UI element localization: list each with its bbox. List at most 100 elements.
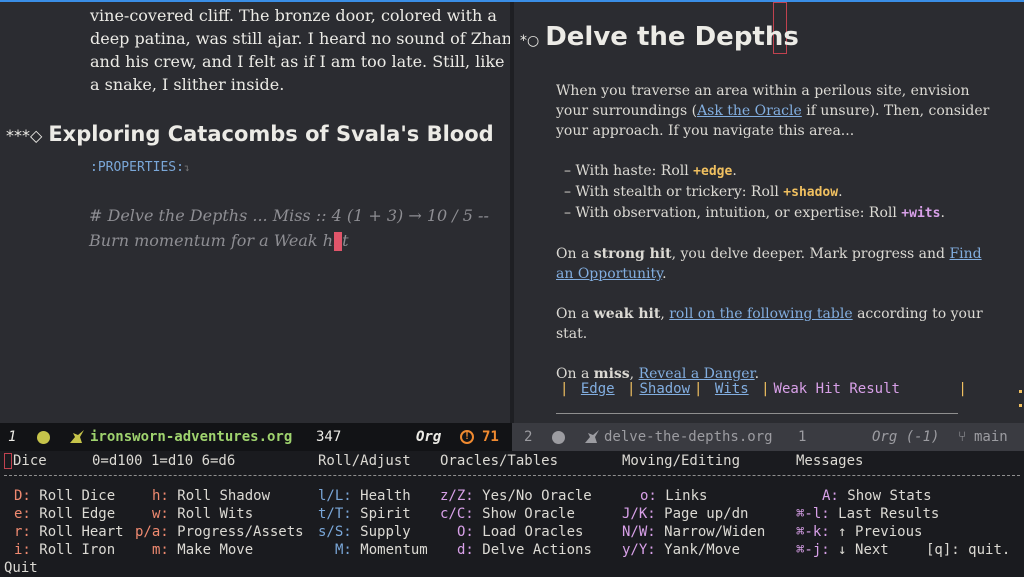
- table-header-wits[interactable]: Wits: [715, 381, 749, 397]
- hydra-key[interactable]: o:: [640, 488, 657, 504]
- hydra-command[interactable]: m: Make Move: [152, 542, 253, 558]
- hydra-key[interactable]: p/a:: [135, 524, 169, 540]
- buffer-name[interactable]: ironsworn-adventures.org: [90, 423, 292, 451]
- hydra-key[interactable]: s/S:: [318, 524, 352, 540]
- quit-key[interactable]: [q]:: [926, 542, 960, 558]
- hydra-key[interactable]: t/T:: [318, 506, 352, 522]
- buffer-status-dot: [552, 431, 565, 444]
- hydra-key[interactable]: i:: [14, 542, 31, 558]
- weak-hit-paragraph: On a weak hit, roll on the following tab…: [556, 304, 996, 344]
- hydra-label: Load Oracles: [482, 524, 584, 540]
- hydra-command[interactable]: M: Momentum: [335, 542, 428, 558]
- hydra-command[interactable]: A: Show Stats: [822, 488, 932, 504]
- hydra-header-dice: Dice: [4, 453, 47, 469]
- left-editor-pane[interactable]: vine-covered cliff. The bronze door, col…: [0, 2, 510, 423]
- hydra-key[interactable]: M:: [335, 542, 352, 558]
- hydra-key[interactable]: e:: [14, 506, 31, 522]
- move-title: Delve the Depths: [545, 22, 799, 52]
- hydra-command[interactable]: o: Links: [640, 488, 707, 504]
- hydra-label: Roll Heart: [39, 524, 124, 540]
- major-mode[interactable]: Org (-1): [872, 423, 939, 451]
- git-branch[interactable]: main: [974, 423, 1008, 451]
- hydra-key[interactable]: N/W:: [622, 524, 656, 540]
- hydra-key[interactable]: r:: [14, 524, 31, 540]
- hydra-key[interactable]: A:: [822, 488, 839, 504]
- hydra-key[interactable]: w:: [152, 506, 169, 522]
- table-header-shadow[interactable]: Shadow: [639, 381, 690, 397]
- major-mode[interactable]: Org: [416, 423, 441, 451]
- ask-oracle-link[interactable]: Ask the Oracle: [697, 103, 802, 119]
- text: On a: [556, 366, 594, 382]
- move-description: When you traverse an area within a peril…: [556, 81, 996, 404]
- list-item-text: – With stealth or trickery: Roll: [564, 184, 784, 200]
- hydra-command[interactable]: e: Roll Edge: [14, 506, 115, 522]
- hydra-label: Narrow/Widen: [664, 524, 766, 540]
- hydra-key[interactable]: ⌘-k:: [796, 524, 830, 540]
- hydra-command[interactable]: p/a: Progress/Assets: [135, 524, 304, 540]
- hydra-header-dice-types: 0=d100 1=d10 6=d6: [92, 453, 236, 469]
- hydra-label: Page up/dn: [664, 506, 749, 522]
- hydra-command[interactable]: c/C: Show Oracle: [440, 506, 575, 522]
- hydra-footer[interactable]: Quit: [4, 560, 38, 576]
- hydra-command[interactable]: l/L: Health: [318, 488, 411, 504]
- hydra-label: Roll Dice: [39, 488, 116, 504]
- hydra-command[interactable]: y/Y: Yank/Move: [622, 542, 740, 558]
- text: .: [754, 366, 760, 382]
- hydra-key[interactable]: y/Y:: [622, 542, 656, 558]
- table-link[interactable]: roll on the following table: [669, 306, 852, 322]
- hydra-key[interactable]: d:: [457, 542, 474, 558]
- hydra-key[interactable]: ⌘-j:: [796, 542, 830, 558]
- hydra-command[interactable]: ⌘-k: ↑ Previous: [796, 524, 922, 540]
- hydra-command[interactable]: N/W: Narrow/Widen: [622, 524, 765, 540]
- comment-line-2-end: t: [342, 231, 349, 250]
- right-org-heading[interactable]: *○ Delve the Depths: [520, 22, 799, 52]
- table-separator: |: [958, 381, 967, 397]
- hydra-command[interactable]: t/T: Spirit: [318, 506, 411, 522]
- warning-icon: !: [460, 430, 474, 444]
- list-item: – With haste: Roll +edge.: [564, 161, 996, 182]
- hydra-command[interactable]: O: Load Oracles: [457, 524, 583, 540]
- hydra-key[interactable]: D:: [14, 488, 31, 504]
- menu-cursor: [4, 453, 12, 469]
- hydra-key[interactable]: ⌘-l:: [796, 506, 830, 522]
- hydra-label: Yes/No Oracle: [482, 488, 592, 504]
- window-number: 2: [524, 429, 533, 445]
- hydra-key[interactable]: h:: [152, 488, 169, 504]
- roll-result-comment: # Delve the Depths ... Miss :: 4 (1 + 3)…: [89, 203, 499, 253]
- properties-drawer[interactable]: :PROPERTIES:↴: [90, 160, 190, 175]
- hydra-key[interactable]: J/K:: [622, 506, 656, 522]
- hydra-key[interactable]: m:: [152, 542, 169, 558]
- hydra-command[interactable]: J/K: Page up/dn: [622, 506, 748, 522]
- text: .: [662, 266, 667, 282]
- hydra-command[interactable]: r: Roll Heart: [14, 524, 124, 540]
- hydra-key[interactable]: l/L:: [318, 488, 352, 504]
- table-separator: |: [761, 381, 770, 397]
- weak-hit-label: weak hit: [593, 306, 661, 322]
- buffer-name[interactable]: delve-the-depths.org: [604, 423, 773, 451]
- hydra-quit[interactable]: [q]: quit.: [926, 542, 1010, 558]
- hydra-command[interactable]: d: Delve Actions: [457, 542, 592, 558]
- hydra-command[interactable]: i: Roll Iron: [14, 542, 115, 558]
- table-separator: |: [627, 381, 636, 397]
- hydra-key[interactable]: c/C:: [440, 506, 474, 522]
- hydra-separator: [4, 475, 1020, 476]
- hydra-command[interactable]: z/Z: Yes/No Oracle: [440, 488, 592, 504]
- hydra-command[interactable]: s/S: Supply: [318, 524, 411, 540]
- modeline-right[interactable]: 2 delve-the-depths.org 1 Org (-1) ⑂ main: [512, 423, 1024, 451]
- hydra-command[interactable]: D: Roll Dice: [14, 488, 115, 504]
- hydra-command[interactable]: h: Roll Shadow: [152, 488, 270, 504]
- table-header-edge[interactable]: Edge: [581, 381, 615, 397]
- hydra-label: Delve Actions: [482, 542, 592, 558]
- modeline-left[interactable]: 1 ironsworn-adventures.org 347 Org ! 71: [0, 423, 512, 451]
- hydra-command[interactable]: ⌘-j: ↓ Next: [796, 542, 889, 558]
- hydra-command[interactable]: ⌘-l: Last Results: [796, 506, 939, 522]
- hydra-key[interactable]: z/Z:: [440, 488, 474, 504]
- warning-count[interactable]: 71: [482, 423, 499, 451]
- comment-line-2: Burn momentum for a Weak hi: [89, 231, 339, 250]
- hydra-key[interactable]: O:: [457, 524, 474, 540]
- hydra-command[interactable]: w: Roll Wits: [152, 506, 253, 522]
- heading-stars[interactable]: ***◇: [6, 126, 42, 145]
- heading-star[interactable]: *○: [520, 33, 539, 49]
- org-heading[interactable]: ***◇ Exploring Catacombs of Svala's Blood: [6, 122, 494, 146]
- reveal-danger-link[interactable]: Reveal a Danger: [639, 366, 755, 382]
